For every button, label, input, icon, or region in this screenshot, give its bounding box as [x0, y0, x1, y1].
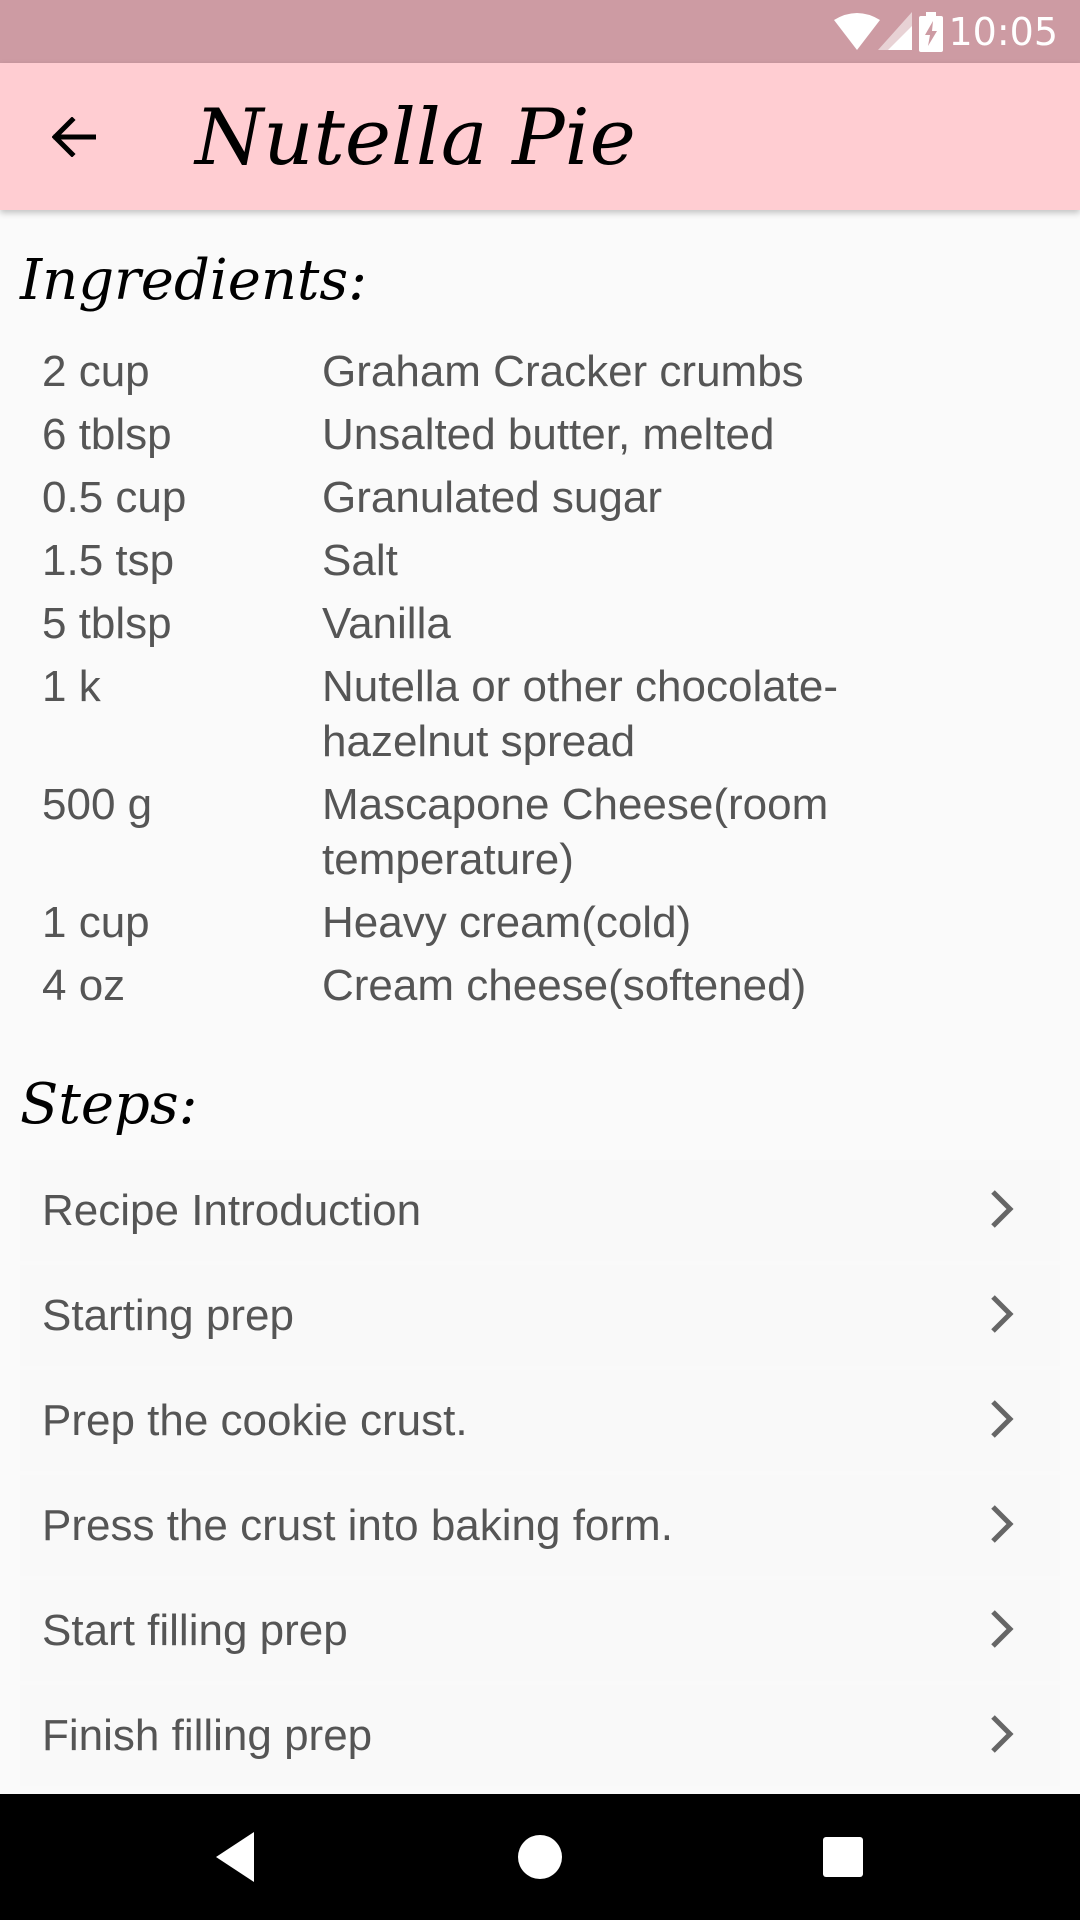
- ingredient-name: Granulated sugar: [322, 473, 662, 522]
- ingredient-quantity: 6 tblsp: [42, 410, 172, 459]
- chevron-right-icon: [991, 1190, 1014, 1228]
- steps-list: Recipe Introduction Starting prep Prep t…: [20, 1160, 1060, 1790]
- step-item-starting-prep[interactable]: Starting prep: [20, 1265, 1060, 1366]
- step-item-recipe-introduction[interactable]: Recipe Introduction: [20, 1160, 1060, 1261]
- ingredient-name: Nutella or other chocolate-hazelnut spre…: [322, 662, 839, 766]
- ingredients-heading: Ingredients:: [20, 248, 368, 313]
- page-title: Nutella Pie: [195, 93, 636, 183]
- step-item-finish-filling-prep[interactable]: Finish filling prep: [20, 1685, 1060, 1786]
- chevron-right-icon: [991, 1610, 1014, 1648]
- nav-back-icon[interactable]: [204, 1824, 270, 1890]
- app-bar: Nutella Pie: [0, 63, 1080, 210]
- ingredient-name: Graham Cracker crumbs: [322, 347, 804, 396]
- ingredient-quantity: 2 cup: [42, 347, 150, 396]
- ingredient-name: Cream cheese(softened): [322, 961, 807, 1010]
- step-label: Start filling prep: [42, 1605, 348, 1655]
- ingredient-name: Salt: [322, 536, 398, 585]
- ingredient-quantity: 5 tblsp: [42, 599, 172, 648]
- battery-charging-icon: [919, 12, 943, 52]
- step-item-press-crust[interactable]: Press the crust into baking form.: [20, 1475, 1060, 1576]
- ingredient-row: 1 cup Heavy cream(cold): [0, 895, 1080, 950]
- ingredient-name: Unsalted butter, melted: [322, 410, 775, 459]
- ingredient-quantity: 500 g: [42, 780, 153, 829]
- back-button[interactable]: [26, 98, 122, 176]
- ingredient-row: 1 k Nutella or other chocolate-hazelnut …: [0, 659, 1080, 769]
- chevron-right-icon: [991, 1715, 1014, 1753]
- chevron-right-icon: [991, 1505, 1014, 1543]
- ingredient-name: Heavy cream(cold): [322, 898, 692, 947]
- ingredient-quantity: 1 cup: [42, 898, 150, 947]
- step-item-start-filling-prep[interactable]: Start filling prep: [20, 1580, 1060, 1681]
- ingredients-list: 2 cup Graham Cracker crumbs 6 tblsp Unsa…: [0, 344, 1080, 1021]
- nav-recents-icon[interactable]: [810, 1824, 876, 1890]
- step-label: Press the crust into baking form.: [42, 1500, 673, 1550]
- step-label: Prep the cookie crust.: [42, 1395, 468, 1445]
- chevron-right-icon: [991, 1295, 1014, 1333]
- ingredient-row: 2 cup Graham Cracker crumbs: [0, 344, 1080, 399]
- ingredient-quantity: 0.5 cup: [42, 473, 187, 522]
- ingredient-row: 1.5 tsp Salt: [0, 533, 1080, 588]
- signal-icon: [878, 12, 912, 50]
- step-label: Starting prep: [42, 1290, 294, 1340]
- status-time: 10:05: [948, 10, 1058, 54]
- wifi-icon: [834, 13, 880, 50]
- step-label: Recipe Introduction: [42, 1185, 422, 1235]
- ingredient-quantity: 1 k: [42, 662, 101, 711]
- step-label: Finish filling prep: [42, 1710, 373, 1760]
- ingredient-row: 5 tblsp Vanilla: [0, 596, 1080, 651]
- nav-home-icon[interactable]: [507, 1824, 573, 1890]
- ingredient-name: Mascapone Cheese(room temperature): [322, 780, 829, 884]
- navigation-bar: [0, 1794, 1080, 1920]
- ingredient-row: 500 g Mascapone Cheese(room temperature): [0, 777, 1080, 887]
- ingredient-name: Vanilla: [322, 599, 451, 648]
- ingredient-quantity: 1.5 tsp: [42, 536, 175, 585]
- status-bar: 10:05: [0, 0, 1080, 63]
- chevron-right-icon: [991, 1400, 1014, 1438]
- steps-heading: Steps:: [20, 1072, 198, 1137]
- ingredient-row: 6 tblsp Unsalted butter, melted: [0, 407, 1080, 462]
- ingredient-row: 0.5 cup Granulated sugar: [0, 470, 1080, 525]
- arrow-back-icon: [52, 117, 96, 157]
- step-item-prep-cookie-crust[interactable]: Prep the cookie crust.: [20, 1370, 1060, 1471]
- ingredient-quantity: 4 oz: [42, 961, 126, 1010]
- ingredient-row: 4 oz Cream cheese(softened): [0, 958, 1080, 1013]
